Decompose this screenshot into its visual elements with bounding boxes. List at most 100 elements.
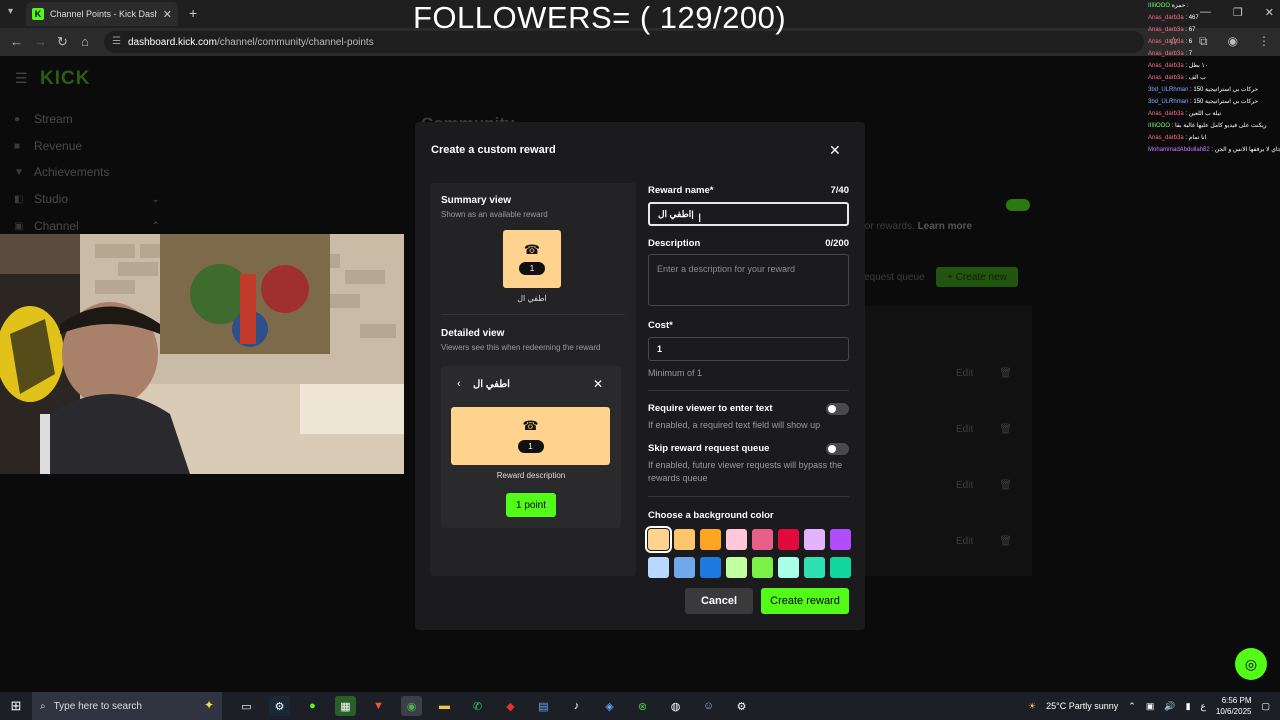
broadcast-icon: ●	[14, 113, 21, 125]
minecraft-icon[interactable]: ▦	[335, 696, 356, 716]
close-icon[interactable]: ✕	[829, 142, 841, 159]
menu-hamburger-icon[interactable]: ☰	[15, 70, 28, 87]
color-swatch[interactable]	[674, 529, 695, 550]
color-swatch[interactable]	[648, 557, 669, 578]
chevron-up-icon: ⌃	[151, 220, 160, 232]
reload-icon[interactable]: ↻	[57, 34, 68, 50]
discord-icon[interactable]: ☺	[698, 696, 719, 716]
sidebar-item-stream[interactable]: ● Stream	[14, 112, 160, 126]
language-indicator[interactable]: ع	[1201, 701, 1206, 712]
background-color-label: Choose a background color	[648, 510, 774, 521]
learn-more-link[interactable]: Learn more	[918, 221, 972, 232]
forward-icon[interactable]: →	[34, 34, 47, 49]
color-swatch[interactable]	[674, 557, 695, 578]
color-swatch[interactable]	[700, 529, 721, 550]
request-queue-link[interactable]: equest queue	[864, 272, 925, 283]
edit-button[interactable]: Edit	[956, 480, 973, 491]
sidebar-item-achievements[interactable]: ▼ Achievements	[14, 165, 160, 179]
tray-chevron-icon[interactable]: ⌃	[1128, 701, 1136, 712]
webcam-overlay	[0, 234, 404, 474]
color-swatch[interactable]	[830, 557, 851, 578]
vpn-icon[interactable]: ◈	[599, 696, 620, 716]
color-swatch[interactable]	[726, 529, 747, 550]
edit-button[interactable]: Edit	[956, 536, 973, 547]
clock-time: 6:56 PM	[1221, 696, 1252, 705]
clock[interactable]: 6:56 PM 10/6/2025	[1216, 695, 1252, 717]
reward-name-input[interactable]: اطفي ال |	[648, 202, 849, 226]
tiktok-icon[interactable]: ♪	[566, 696, 587, 716]
trash-icon[interactable]: 🗑	[999, 368, 1012, 379]
points-button: 1 point	[506, 493, 556, 517]
channel-points-toggle[interactable]	[1006, 199, 1030, 211]
create-new-button[interactable]: + Create new	[936, 267, 1018, 287]
new-tab-icon[interactable]: +	[189, 5, 197, 21]
trash-icon[interactable]: 🗑	[999, 424, 1012, 435]
edit-button[interactable]: Edit	[956, 424, 973, 435]
sidebar-item-studio[interactable]: ◧ Studio ⌄	[14, 192, 160, 206]
trash-icon[interactable]: 🗑	[999, 480, 1012, 491]
network-icon[interactable]: ▣	[1146, 701, 1155, 712]
system-tray: ☀ 25°C Partly sunny ⌃ ▣ 🔊 ▮ ع 6:56 PM 10…	[1028, 692, 1270, 720]
skip-queue-toggle[interactable]	[826, 443, 849, 455]
whatsapp-icon[interactable]: ✆	[467, 696, 488, 716]
taskbar-search[interactable]: ⌕ Type here to search ✦	[32, 692, 222, 720]
weather-text[interactable]: 25°C Partly sunny	[1046, 701, 1118, 711]
cancel-button[interactable]: Cancel	[685, 588, 753, 614]
color-swatch[interactable]	[804, 529, 825, 550]
brave-icon[interactable]: ▼	[368, 696, 389, 716]
home-icon[interactable]: ⌂	[81, 34, 89, 49]
chat-text: : ١٠ بطل	[1185, 63, 1208, 69]
description-textarea[interactable]: Enter a description for your reward	[648, 254, 849, 306]
chrome-icon[interactable]: ◉	[401, 696, 422, 716]
color-swatch[interactable]	[752, 529, 773, 550]
studio-icon: ◧	[14, 193, 24, 205]
color-swatch[interactable]	[830, 529, 851, 550]
telephone-icon: ☎	[523, 242, 541, 257]
close-icon: ✕	[593, 377, 604, 391]
sidebar-item-channel[interactable]: ▣ Channel ⌃	[14, 219, 160, 233]
edit-button[interactable]: Edit	[956, 368, 973, 379]
sidebar-item-revenue[interactable]: ■ Revenue	[14, 139, 160, 153]
notifications-icon[interactable]: ▢	[1261, 701, 1270, 712]
file-explorer-icon[interactable]: ▬	[434, 696, 455, 716]
chat-message: IIIIiOOO : ريكنت على فيديو كامل عليها غا…	[1148, 120, 1280, 132]
calculator-icon[interactable]: ▤	[533, 696, 554, 716]
color-swatch[interactable]	[778, 557, 799, 578]
game-icon[interactable]: ◆	[500, 696, 521, 716]
chat-message: Anas_darb3a : تيلة ب اللعين	[1148, 108, 1280, 120]
trash-icon[interactable]: 🗑	[999, 536, 1012, 547]
description-counter: 0/200	[825, 238, 849, 249]
settings-gear-icon[interactable]: ⚙	[731, 696, 752, 716]
color-swatch[interactable]	[700, 557, 721, 578]
create-reward-dialog: Create a custom reward ✕ Summary view Sh…	[415, 122, 865, 630]
chevron-left-icon: ‹	[457, 378, 461, 390]
browser-tab[interactable]: K Channel Points - Kick Dashboard ✕	[26, 2, 178, 26]
windows-start-icon[interactable]: ⊞	[0, 698, 32, 714]
url-path: /channel/community/channel-points	[216, 36, 374, 48]
kick-app-icon[interactable]: ●	[302, 696, 323, 716]
tab-close-icon[interactable]: ✕	[163, 8, 172, 21]
cost-input[interactable]: 1	[648, 337, 849, 361]
cost-label: Cost*	[648, 320, 673, 331]
color-swatch[interactable]	[645, 526, 672, 553]
battery-icon[interactable]: ▮	[1186, 701, 1191, 712]
site-info-icon[interactable]: ☰	[112, 36, 121, 47]
reward-cost-pill: 1	[517, 440, 544, 453]
create-reward-button[interactable]: Create reward	[761, 588, 849, 614]
color-swatch[interactable]	[778, 529, 799, 550]
volume-icon[interactable]: 🔊	[1164, 701, 1175, 712]
sidebar-item-label: Studio	[34, 192, 69, 206]
xbox-icon[interactable]: ⊗	[632, 696, 653, 716]
back-icon[interactable]: ←	[10, 34, 23, 49]
color-swatch[interactable]	[804, 557, 825, 578]
support-chat-icon[interactable]: ◎	[1235, 648, 1267, 680]
chat-username: 3bd_ULRhman	[1148, 99, 1189, 105]
color-swatch[interactable]	[726, 557, 747, 578]
require-text-toggle[interactable]	[826, 403, 849, 415]
color-swatch[interactable]	[752, 557, 773, 578]
task-view-icon[interactable]: ▭	[236, 696, 257, 716]
obs-icon[interactable]: ◍	[665, 696, 686, 716]
tab-search-icon[interactable]: ▾	[8, 6, 13, 17]
steam-icon[interactable]: ⚙	[269, 696, 290, 716]
detailed-view-subtitle: Viewers see this when redeeming the rewa…	[441, 343, 601, 352]
